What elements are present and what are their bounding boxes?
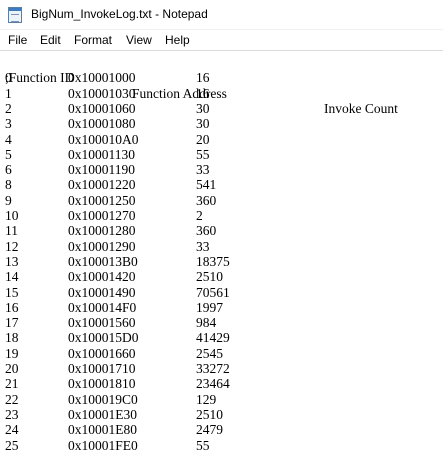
invoke-count-cell: 55 [196,146,210,162]
invoke-count-cell: 16 [196,70,210,86]
function-id-cell: 13 [5,253,19,269]
function-id-cell: 18 [5,330,19,346]
function-address-cell: 0x10001060 [68,100,136,116]
menu-edit[interactable]: Edit [40,33,61,47]
invoke-count-cell: 16 [196,85,210,101]
function-address-cell: 0x100014F0 [68,299,137,315]
function-address-cell: 0x10001220 [68,177,136,193]
function-address-cell: 0x100010A0 [68,131,139,147]
function-id-cell: 4 [5,131,12,147]
menu-help[interactable]: Help [165,33,190,47]
function-id-cell: 1 [5,85,12,101]
header-line: ;Function ID Function Address Invoke Cou… [0,55,398,116]
invoke-count-cell: 55 [196,437,210,453]
function-address-cell: 0x10001030 [68,85,136,101]
invoke-count-cell: 360 [196,223,217,239]
function-id-cell: 25 [5,437,19,453]
title-bar[interactable]: BigNum_InvokeLog.txt - Notepad [0,0,443,30]
function-address-cell: 0x10001420 [68,269,136,285]
function-address-cell: 0x100015D0 [68,330,139,346]
function-address-cell: 0x10001E30 [68,406,137,422]
function-id-cell: 14 [5,269,19,285]
invoke-count-cell: 33 [196,162,210,178]
function-id-cell: 16 [5,299,19,315]
function-address-cell: 0x10001270 [68,208,136,223]
invoke-count-cell: 2479 [196,422,223,438]
function-id-cell: 8 [5,177,12,193]
invoke-count-cell: 1997 [196,299,223,315]
function-address-cell: 0x10001810 [68,376,136,392]
function-id-cell: 20 [5,361,19,376]
invoke-count-cell: 30 [196,116,210,132]
invoke-count-cell: 18375 [196,253,230,269]
function-id-cell: 11 [5,223,18,239]
invoke-count-cell: 541 [196,177,217,193]
function-address-cell: 0x10001290 [68,238,136,254]
invoke-count-cell: 360 [196,192,217,208]
function-address-cell: 0x10001190 [68,162,135,178]
function-address-cell: 0x10001560 [68,315,136,331]
function-id-cell: 24 [5,422,19,438]
function-id-cell: 9 [5,192,12,208]
invoke-count-cell: 2510 [196,269,223,285]
function-id-cell: 3 [5,116,12,132]
menu-view[interactable]: View [126,33,152,47]
function-id-cell: 2 [5,100,12,116]
function-id-cell: 0 [5,70,12,86]
invoke-count-cell: 20 [196,131,210,147]
function-id-cell: 6 [5,162,12,178]
invoke-count-cell: 2 [196,208,203,223]
invoke-count-cell: 2545 [196,345,223,361]
function-address-cell: 0x100013B0 [68,253,138,269]
function-id-cell: 17 [5,315,19,331]
menu-bar: File Edit Format View Help [0,31,443,51]
invoke-count-cell: 30 [196,100,210,116]
header-function-id: ;Function ID [5,70,75,86]
invoke-count-cell: 33272 [196,361,230,376]
function-id-cell: 23 [5,406,19,422]
function-address-cell: 0x10001FE0 [68,437,138,453]
invoke-count-cell: 70561 [196,284,230,300]
function-address-cell: 0x10001280 [68,223,136,239]
text-editor-area[interactable]: ;Function ID Function Address Invoke Cou… [0,52,443,473]
function-id-cell: 19 [5,345,19,361]
function-id-cell: 21 [5,376,19,392]
function-id-cell: 12 [5,238,19,254]
function-address-cell: 0x10001E80 [68,422,137,438]
function-address-cell: 0x10001710 [68,361,136,376]
invoke-count-cell: 2510 [196,406,223,422]
function-address-cell: 0x10001660 [68,345,136,361]
menu-format[interactable]: Format [74,33,112,47]
function-id-cell: 15 [5,284,19,300]
header-invoke-count: Invoke Count [324,100,398,116]
invoke-count-cell: 23464 [196,376,230,392]
menu-file[interactable]: File [8,33,27,47]
function-id-cell: 10 [5,208,19,223]
function-id-cell: 22 [5,391,19,407]
function-address-cell: 0x10001130 [68,146,135,162]
function-address-cell: 0x10001250 [68,192,136,208]
function-address-cell: 0x10001490 [68,284,136,300]
function-address-cell: 0x10001000 [68,70,136,86]
function-id-cell: 5 [5,146,12,162]
invoke-count-cell: 129 [196,391,217,407]
invoke-count-cell: 984 [196,315,217,331]
notepad-icon[interactable] [8,7,22,23]
invoke-count-cell: 33 [196,238,210,254]
header-function-address: Function Address [132,85,227,101]
function-address-cell: 0x100019C0 [68,391,138,407]
window-title: BigNum_InvokeLog.txt - Notepad [31,7,208,21]
function-address-cell: 0x10001080 [68,116,136,132]
invoke-count-cell: 41429 [196,330,230,346]
